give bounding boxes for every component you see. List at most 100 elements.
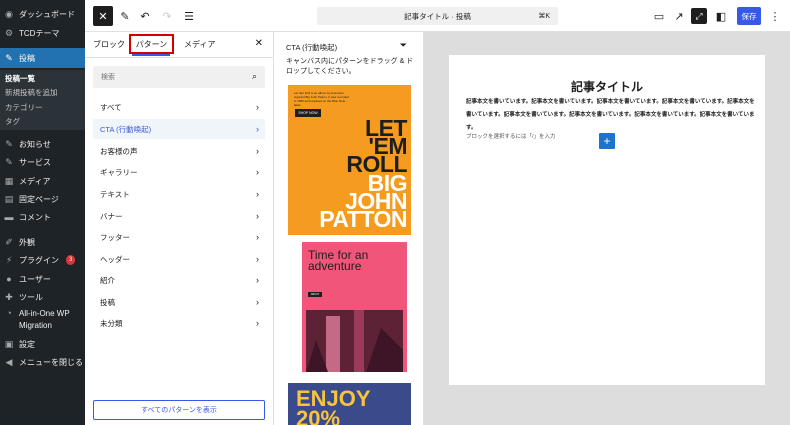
menu-label: 設定	[19, 339, 35, 349]
menu-item-comments[interactable]: ▬ コメント	[0, 208, 85, 226]
block-inserter-panel: ブロック パターン メディア ✕ 検索 ⌕ すべて › CTA (行動喚起) › お…	[85, 32, 274, 425]
dashboard-icon: ◉	[5, 8, 13, 19]
menu-item-tcd-theme[interactable]: ⚙ TCDテーマ	[0, 24, 85, 42]
menu-label: コメント	[19, 212, 51, 222]
pattern-preview-image	[306, 310, 403, 372]
tab-patterns[interactable]: パターン	[129, 34, 174, 54]
menu-item-news[interactable]: ✎ お知らせ	[0, 135, 85, 153]
pattern-instructions: キャンバス内にパターンをドラッグ & ドロップしてください。	[286, 58, 414, 75]
collapse-icon: ◀	[5, 356, 13, 367]
post-paragraph[interactable]: 記事本文を書いています。記事本文を書いています。記事本文を書いています。記事本文…	[466, 96, 756, 135]
pattern-preview-background: Time for an adventure ABOUT	[302, 242, 407, 372]
submenu-tags[interactable]: タグ	[0, 114, 85, 128]
search-input[interactable]: 検索 ⌕	[93, 66, 265, 88]
category-posts[interactable]: 投稿 ›	[93, 292, 265, 312]
view-all-patterns-button[interactable]: すべてのパターンを表示	[93, 400, 265, 420]
preview-icon[interactable]: ▭	[651, 6, 667, 26]
menu-item-service[interactable]: ✎ サービス	[0, 153, 85, 171]
menu-item-posts[interactable]: ✎ 投稿	[0, 48, 85, 68]
pattern-list-panel: CTA (行動喚起) ⏷ キャンバス内にパターンをドラッグ & ドロップしてくだ…	[274, 32, 424, 425]
focus-mode-icon[interactable]: ⤢	[691, 8, 707, 24]
tab-patterns-label: パターン	[135, 39, 168, 49]
filter-icon[interactable]: ⏷	[400, 40, 407, 51]
redo-icon[interactable]: ↷	[159, 6, 175, 26]
menu-label: ユーザー	[19, 274, 51, 284]
category-banner[interactable]: バナー ›	[93, 206, 265, 226]
plugin-icon: ⚡	[5, 254, 13, 265]
pattern-preview-heading: ENJOY 20%	[296, 388, 371, 425]
pattern-card-cta-album[interactable]: Let 'Em Roll is an album by American org…	[288, 85, 411, 235]
category-text[interactable]: テキスト ›	[93, 184, 265, 204]
close-icon[interactable]: ✕	[255, 38, 263, 49]
add-block-button[interactable]: +	[599, 133, 615, 149]
pattern-preview-button: SHOP NOW	[295, 109, 321, 117]
tab-blocks[interactable]: ブロック	[93, 39, 125, 50]
view-post-icon[interactable]: ↗	[671, 6, 687, 26]
pattern-card-cta-adventure[interactable]: Time for an adventure ABOUT	[288, 242, 411, 372]
menu-label: プラグイン	[19, 255, 59, 265]
menu-item-migration[interactable]: ◔ All-in-One WP	[0, 307, 85, 319]
category-header[interactable]: ヘッダー ›	[93, 249, 265, 269]
menu-label: 外観	[19, 237, 35, 247]
category-gallery[interactable]: ギャラリー ›	[93, 162, 265, 182]
chevron-right-icon: ›	[256, 102, 259, 112]
more-options-icon[interactable]: ⋮	[769, 6, 781, 26]
chevron-right-icon: ›	[256, 124, 259, 134]
menu-item-pages[interactable]: ▤ 固定ページ	[0, 190, 85, 208]
menu-label: ツール	[19, 292, 43, 302]
category-label: 紹介	[100, 275, 115, 285]
menu-item-plugins[interactable]: ⚡ プラグイン 3	[0, 251, 85, 269]
menu-item-tools[interactable]: ✚ ツール	[0, 288, 85, 306]
menu-item-dashboard[interactable]: ◉ ダッシュボード	[0, 5, 85, 23]
submenu-all-posts[interactable]: 投稿一覧	[0, 71, 85, 85]
menu-item-collapse[interactable]: ◀ メニューを閉じる	[0, 353, 85, 371]
settings-sidebar-icon[interactable]: ◧	[713, 6, 729, 26]
search-icon: ⌕	[251, 71, 257, 81]
category-label: ギャラリー	[100, 167, 138, 177]
category-all[interactable]: すべて ›	[93, 97, 265, 117]
menu-label: メディア	[19, 176, 51, 186]
pattern-preview-heading-line: 20%	[296, 406, 341, 425]
menu-label: ダッシュボード	[19, 9, 75, 19]
menu-item-migration-line2[interactable]: Migration	[0, 319, 85, 331]
submenu-add-new[interactable]: 新規投稿を追加	[0, 85, 85, 99]
chevron-right-icon: ›	[256, 146, 259, 156]
document-overview-icon[interactable]: ☰	[181, 6, 197, 26]
save-button[interactable]: 保存	[737, 7, 761, 25]
editor-canvas[interactable]: 記事タイトル 記事本文を書いています。記事本文を書いています。記事本文を書いてい…	[449, 55, 765, 385]
pattern-preview-text: Let 'Em Roll is an album by American org…	[294, 91, 349, 107]
menu-label: 固定ページ	[19, 194, 59, 204]
category-label: CTA (行動喚起)	[100, 124, 152, 134]
menu-item-media[interactable]: ▦ メディア	[0, 172, 85, 190]
comment-icon: ▬	[4, 212, 14, 222]
menu-label: All-in-One WP	[19, 308, 70, 318]
menu-item-users[interactable]: ● ユーザー	[0, 270, 85, 288]
block-placeholder[interactable]: ブロックを選択するには「/」を入力	[466, 132, 556, 140]
settings-icon: ▣	[4, 338, 14, 349]
tools-pen-icon[interactable]: ✎	[117, 6, 133, 26]
menu-label: お知らせ	[19, 139, 51, 149]
undo-icon[interactable]: ↶	[137, 6, 153, 26]
category-uncategorized[interactable]: 未分類 ›	[93, 313, 265, 333]
pattern-card-cta-discount[interactable]: ENJOY 20%	[288, 383, 411, 425]
close-inserter-button[interactable]: ✕	[93, 6, 113, 26]
category-footer[interactable]: フッター ›	[93, 227, 265, 247]
menu-item-appearance[interactable]: ✐ 外観	[0, 233, 85, 251]
category-cta[interactable]: CTA (行動喚起) ›	[93, 119, 265, 139]
menu-label: メニューを閉じる	[19, 357, 83, 367]
user-icon: ●	[6, 274, 12, 284]
tab-media[interactable]: メディア	[184, 39, 215, 50]
menu-item-settings[interactable]: ▣ 設定	[0, 335, 85, 353]
brush-icon: ✐	[5, 236, 13, 247]
category-label: お客様の声	[100, 146, 138, 156]
category-testimonials[interactable]: お客様の声 ›	[93, 141, 265, 161]
chevron-right-icon: ›	[256, 189, 259, 199]
category-label: 投稿	[100, 297, 115, 307]
update-count-badge: 3	[66, 255, 76, 265]
post-title[interactable]: 記事タイトル	[449, 78, 765, 95]
category-about[interactable]: 紹介 ›	[93, 270, 265, 290]
tabs-divider	[85, 57, 274, 58]
document-title-bar[interactable]: 記事タイトル · 投稿 ⌘K	[317, 7, 558, 25]
submenu-categories[interactable]: カテゴリー	[0, 100, 85, 114]
category-label: ヘッダー	[100, 254, 130, 264]
